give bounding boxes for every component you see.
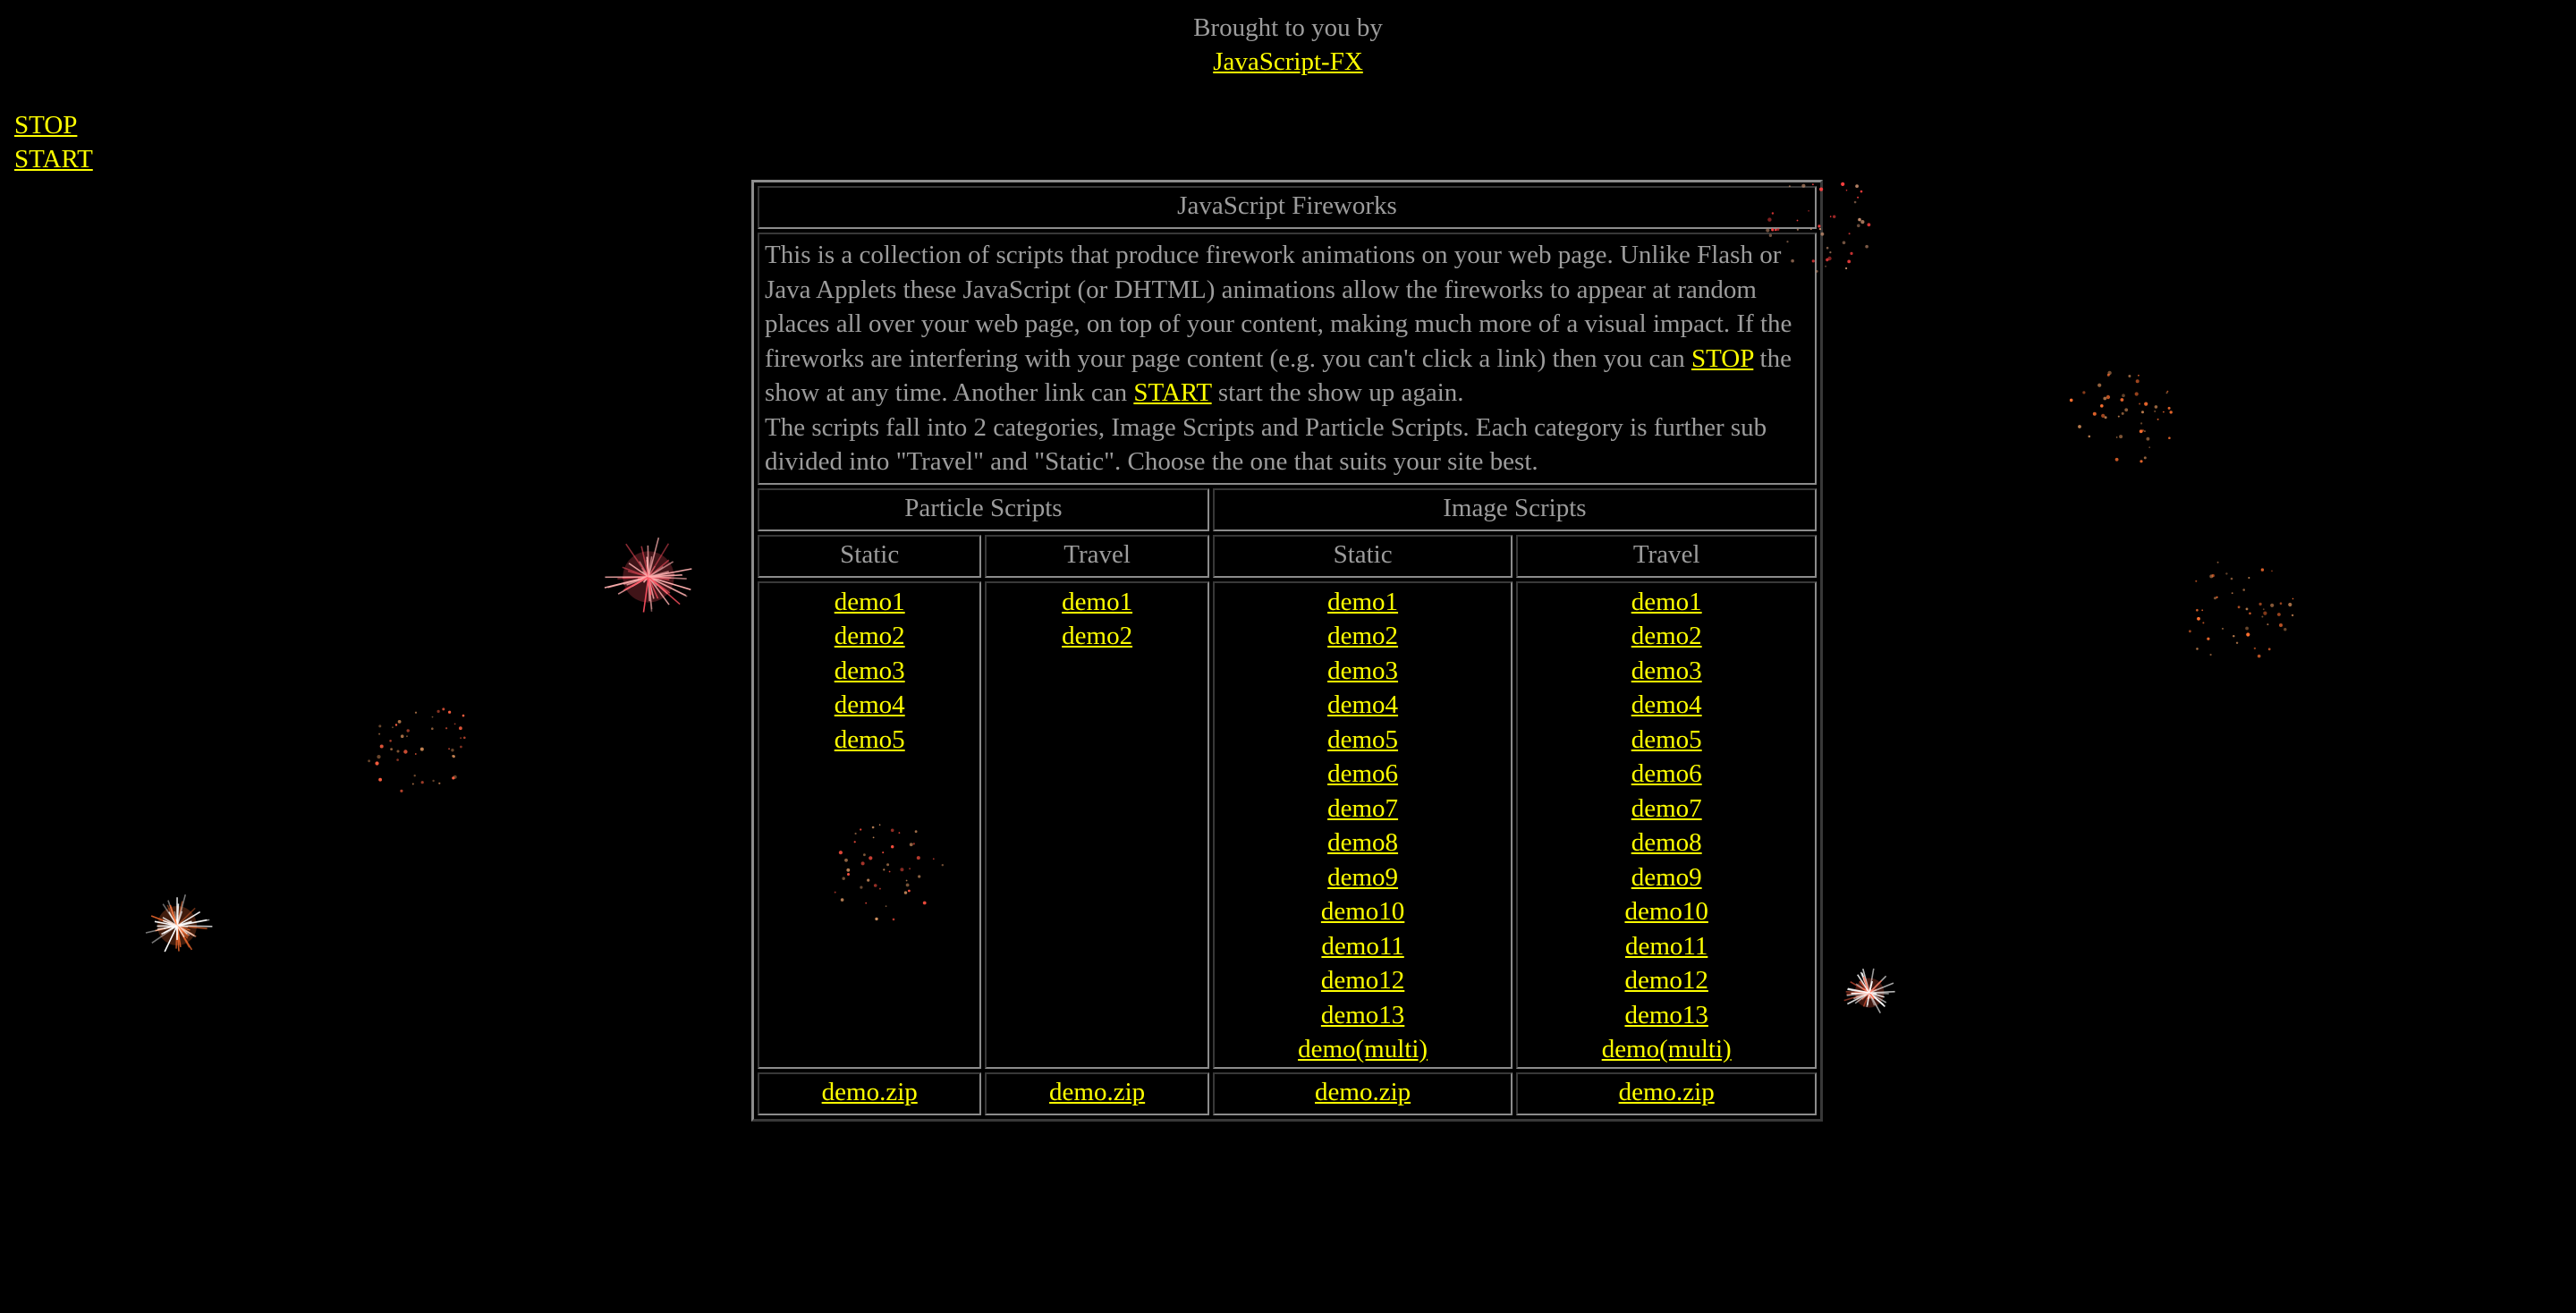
firework-burst-icon [2189,561,2294,658]
demo-link[interactable]: demo4 [1521,688,1812,723]
image-static-zip-link[interactable]: demo.zip [1315,1078,1411,1106]
demo-link[interactable]: demo5 [762,723,977,758]
demo-link[interactable]: demo11 [1217,929,1509,964]
demo-link[interactable]: demo7 [1521,792,1812,826]
intro-stop-link[interactable]: STOP [1691,344,1753,373]
particle-static-header: Static [758,534,982,578]
demo-link[interactable]: demo1 [762,585,977,620]
demo-link[interactable]: demo3 [1521,654,1812,689]
image-travel-zip-link[interactable]: demo.zip [1619,1078,1715,1106]
table-title: JavaScript Fireworks [758,186,1817,229]
image-travel-header: Travel [1516,534,1817,578]
start-link[interactable]: START [14,142,93,176]
demo-link[interactable]: demo7 [1217,792,1509,826]
demo-link[interactable]: demo4 [1217,688,1509,723]
fireworks-table: JavaScript Fireworks This is a collectio… [751,180,1823,1122]
demo-link[interactable]: demo2 [762,619,977,654]
demo-link[interactable]: demo(multi) [1217,1032,1509,1067]
particle-travel-zip-link[interactable]: demo.zip [1049,1078,1145,1106]
demo-link[interactable]: demo13 [1217,998,1509,1033]
credit-text: Brought to you by [1193,13,1383,42]
demo-link[interactable]: demo13 [1521,998,1812,1033]
demo-link[interactable]: demo8 [1521,826,1812,860]
intro-text-part: start the show up again. [1211,378,1464,407]
demo-link[interactable]: demo9 [1521,860,1812,895]
demo-link[interactable]: demo3 [1217,654,1509,689]
demo-link[interactable]: demo5 [1217,723,1509,758]
demo-link[interactable]: demo(multi) [1521,1032,1812,1067]
demo-link[interactable]: demo1 [1217,585,1509,620]
firework-burst-icon [2069,370,2173,463]
image-travel-zip-cell: demo.zip [1516,1072,1817,1115]
particle-static-zip-link[interactable]: demo.zip [822,1078,918,1106]
particle-static-zip-cell: demo.zip [758,1072,982,1115]
demo-link[interactable]: demo1 [1521,585,1812,620]
demo-link[interactable]: demo1 [989,585,1204,620]
firework-burst-icon [145,894,213,953]
demo-link[interactable]: demo5 [1521,723,1812,758]
demo-link[interactable]: demo2 [1217,619,1509,654]
particle-travel-header: Travel [985,534,1209,578]
demo-link[interactable]: demo6 [1217,757,1509,792]
demo-link[interactable]: demo10 [1521,894,1812,929]
demo-link[interactable]: demo10 [1217,894,1509,929]
fireworks-controls: STOP START [14,108,93,176]
demo-link[interactable]: demo2 [1521,619,1812,654]
demo-link[interactable]: demo12 [1521,963,1812,998]
demo-link[interactable]: demo12 [1217,963,1509,998]
demo-link[interactable]: demo8 [1217,826,1509,860]
javascript-fx-link[interactable]: JavaScript-FX [1213,47,1363,76]
image-static-zip-cell: demo.zip [1212,1072,1513,1115]
firework-burst-icon [604,537,692,613]
stop-link[interactable]: STOP [14,108,93,142]
demo-link[interactable]: demo11 [1521,929,1812,964]
demo-link[interactable]: demo9 [1217,860,1509,895]
image-travel-links: demo1 demo2 demo3 demo4 demo5 demo6 demo7 demo8… [1516,580,1817,1069]
demo-link[interactable]: demo6 [1521,757,1812,792]
firework-burst-icon [368,707,466,792]
demo-link[interactable]: demo2 [989,619,1204,654]
image-scripts-header: Image Scripts [1212,487,1817,531]
intro-text: This is a collection of scripts that pro… [758,233,1817,485]
particle-scripts-header: Particle Scripts [758,487,1209,531]
particle-travel-zip-cell: demo.zip [985,1072,1209,1115]
intro-start-link[interactable]: START [1133,378,1211,407]
particle-travel-links: demo1 demo2 [985,580,1209,1069]
image-static-links: demo1 demo2 demo3 demo4 demo5 demo6 demo7 demo8… [1212,580,1513,1069]
demo-link[interactable]: demo4 [762,688,977,723]
particle-static-links: demo1 demo2 demo3 demo4 demo5 [758,580,982,1069]
firework-burst-icon [1843,968,1895,1014]
intro-text-part: This is a collection of scripts that pro… [765,241,1792,373]
credit-block: Brought to you by JavaScript-FX [0,11,2576,79]
image-static-header: Static [1212,534,1513,578]
demo-link[interactable]: demo3 [762,654,977,689]
intro-categories-text: The scripts fall into 2 categories, Imag… [765,412,1767,477]
